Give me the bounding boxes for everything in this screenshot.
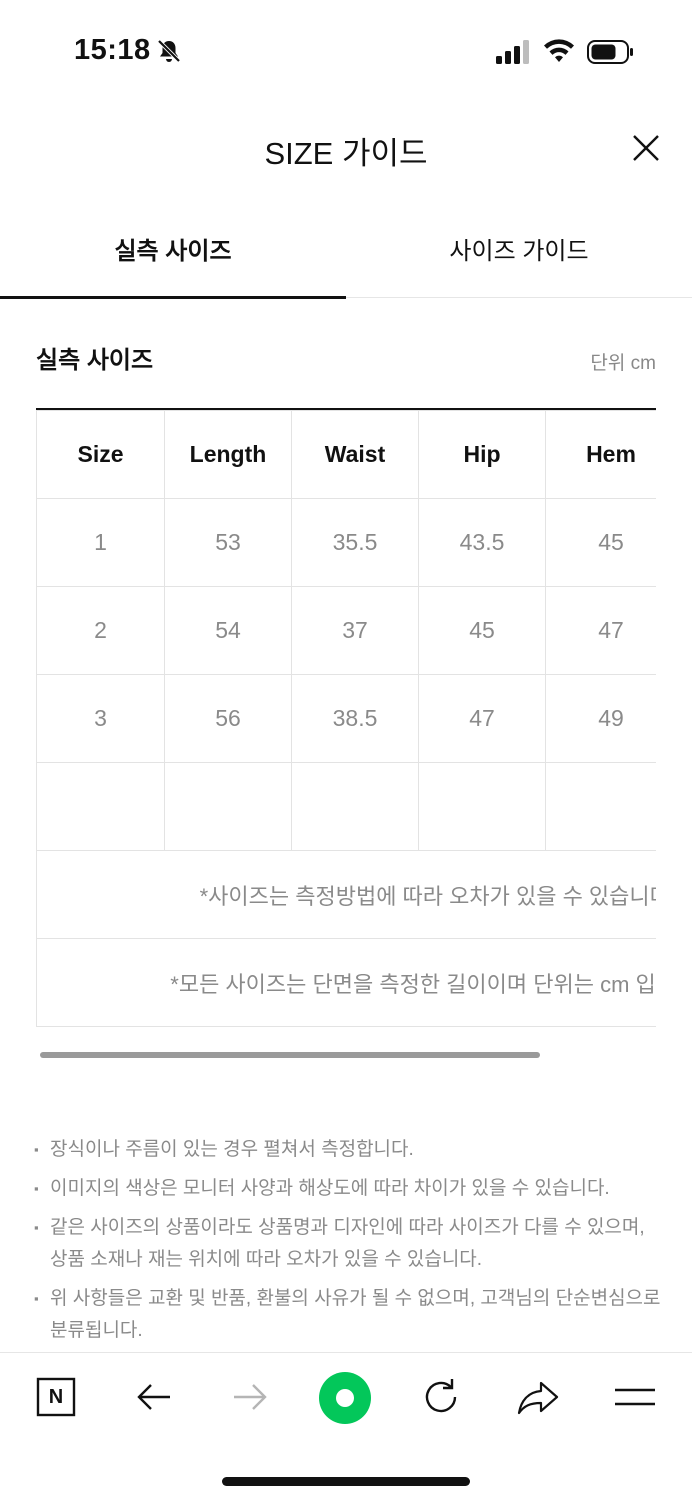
- table-cell: 2: [36, 586, 165, 675]
- table-cell: 45: [545, 498, 656, 587]
- tab-actual-size[interactable]: 실측 사이즈: [0, 200, 346, 299]
- table-cell: 53: [164, 498, 292, 587]
- battery-icon: [587, 40, 633, 64]
- table-cell: [36, 762, 165, 851]
- table-row-empty: [36, 762, 656, 851]
- close-icon[interactable]: [628, 130, 664, 166]
- refresh-button[interactable]: [419, 1375, 463, 1419]
- column-header-hip: Hip: [418, 410, 546, 499]
- tab-bar: 실측 사이즈 사이즈 가이드: [0, 200, 692, 299]
- table-cell: 43.5: [418, 498, 546, 587]
- green-dot-button[interactable]: [318, 1371, 372, 1425]
- list-item: 위 사항들은 교환 및 반품, 환불의 사유가 될 수 없으며, 고객님의 단순…: [34, 1283, 674, 1347]
- list-item: 같은 사이즈의 상품이라도 상품명과 디자인에 따라 사이즈가 다를 수 있으며…: [34, 1212, 674, 1276]
- table-cell: 56: [164, 674, 292, 763]
- table-cell: [418, 762, 546, 851]
- section-title: 실측 사이즈: [36, 347, 154, 374]
- green-dot-icon: [319, 1372, 371, 1424]
- status-time: 15:18: [74, 34, 151, 66]
- table-cell: 1: [36, 498, 165, 587]
- hamburger-menu-icon: [615, 1388, 655, 1406]
- notice-text: 이미지의 색상은 모니터 사양과 해상도에 따라 차이가 있을 수 있습니다.: [50, 1178, 610, 1199]
- notice-text: 상품 소재나 재는 위치에 따라 오차가 있을 수 있습니다.: [50, 1249, 483, 1270]
- bell-muted-icon: [157, 39, 181, 63]
- wifi-icon: [544, 39, 574, 62]
- naver-home-button[interactable]: N: [34, 1375, 78, 1419]
- table-note-row: *모든 사이즈는 단면을 측정한 길이이며 단위는 cm 입니: [36, 938, 656, 1027]
- table-header-row: Size Length Waist Hip Hem: [36, 410, 656, 499]
- tab-size-guide[interactable]: 사이즈 가이드: [346, 200, 692, 297]
- share-button[interactable]: [516, 1375, 560, 1419]
- table-note-measure: *사이즈는 측정방법에 따라 오차가 있을 수 있습니다.: [36, 850, 656, 939]
- column-header-waist: Waist: [291, 410, 419, 499]
- notice-list: 장식이나 주름이 있는 경우 펼쳐서 측정합니다. 이미지의 색상은 모니터 사…: [34, 1134, 674, 1354]
- table-cell: [545, 762, 656, 851]
- table-row: 3 56 38.5 47 49: [36, 674, 656, 763]
- table-cell: 45: [418, 586, 546, 675]
- menu-button[interactable]: [613, 1375, 657, 1419]
- arrow-left-icon: [137, 1384, 170, 1410]
- page-title: SIZE 가이드: [264, 136, 428, 171]
- unit-label: 단위 cm: [590, 353, 656, 374]
- arrow-right-icon: [234, 1384, 267, 1410]
- table-cell: 38.5: [291, 674, 419, 763]
- notice-text: 위 사항들은 교환 및 반품, 환불의 사유가 될 수 없으며, 고객님의 단순…: [50, 1288, 661, 1309]
- cellular-signal-icon: [496, 40, 529, 64]
- back-button[interactable]: [132, 1375, 176, 1419]
- column-header-size: Size: [36, 410, 165, 499]
- table-cell: 47: [545, 586, 656, 675]
- table-cell: 54: [164, 586, 292, 675]
- notice-text: 같은 사이즈의 상품이라도 상품명과 디자인에 따라 사이즈가 다를 수 있으며…: [50, 1217, 645, 1238]
- size-table: Size Length Waist Hip Hem 1 53 35.5 43.5…: [36, 410, 656, 1027]
- table-cell: [164, 762, 292, 851]
- horizontal-scrollbar[interactable]: [40, 1052, 540, 1058]
- table-note-row: *사이즈는 측정방법에 따라 오차가 있을 수 있습니다.: [36, 850, 656, 939]
- table-row: 2 54 37 45 47: [36, 586, 656, 675]
- list-item: 이미지의 색상은 모니터 사양과 해상도에 따라 차이가 있을 수 있습니다.: [34, 1173, 674, 1205]
- table-cell: 35.5: [291, 498, 419, 587]
- bottom-toolbar: N: [0, 1352, 692, 1444]
- table-row: 1 53 35.5 43.5 45: [36, 498, 656, 587]
- notice-text: 분류됩니다.: [50, 1320, 143, 1341]
- table-cell: 37: [291, 586, 419, 675]
- size-table-scroll[interactable]: Size Length Waist Hip Hem 1 53 35.5 43.5…: [36, 408, 656, 1028]
- list-item: 장식이나 주름이 있는 경우 펼쳐서 측정합니다.: [34, 1134, 674, 1166]
- table-cell: 49: [545, 674, 656, 763]
- table-cell: 3: [36, 674, 165, 763]
- table-note-unit: *모든 사이즈는 단면을 측정한 길이이며 단위는 cm 입니: [36, 938, 656, 1027]
- notice-text: 장식이나 주름이 있는 경우 펼쳐서 측정합니다.: [50, 1139, 414, 1160]
- forward-button[interactable]: [228, 1375, 272, 1419]
- home-indicator[interactable]: [222, 1477, 470, 1486]
- table-cell: 47: [418, 674, 546, 763]
- status-bar: 15:18: [0, 0, 692, 100]
- naver-icon-label: N: [48, 1385, 64, 1408]
- table-cell: [291, 762, 419, 851]
- column-header-length: Length: [164, 410, 292, 499]
- share-arrow-icon: [517, 1381, 559, 1415]
- refresh-icon: [425, 1379, 457, 1413]
- column-header-hem: Hem: [545, 410, 656, 499]
